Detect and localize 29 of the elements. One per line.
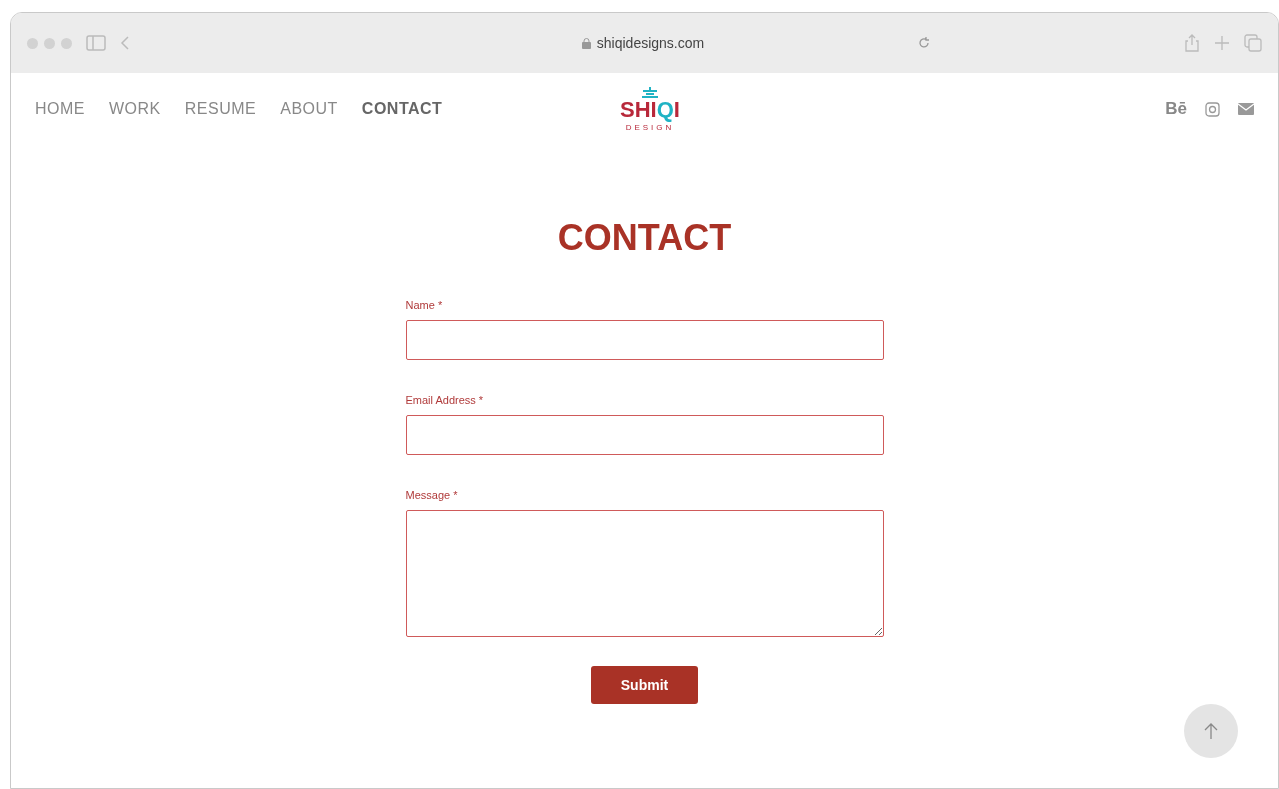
field-label: Email Address * bbox=[405, 394, 485, 406]
field-label: Message * bbox=[405, 489, 459, 501]
address-text[interactable]: shiqidesigns.com bbox=[596, 35, 705, 51]
plus-icon[interactable] bbox=[1214, 35, 1230, 51]
nav-link[interactable]: WORK bbox=[109, 100, 161, 118]
refresh-icon[interactable] bbox=[917, 36, 931, 50]
page-title: CONTACT bbox=[557, 217, 732, 259]
lock-icon bbox=[581, 37, 591, 49]
message-field[interactable] bbox=[405, 510, 884, 637]
mail-icon[interactable] bbox=[1238, 103, 1254, 115]
window-controls-icon[interactable] bbox=[27, 37, 72, 49]
input-field[interactable] bbox=[405, 415, 884, 455]
submit-button[interactable]: Submit bbox=[591, 666, 698, 704]
nav-link[interactable]: HOME bbox=[35, 100, 85, 118]
logo-text[interactable]: SHIQI bbox=[620, 98, 680, 121]
logo-tagline: DESIGN bbox=[625, 122, 675, 132]
sidebar-icon[interactable] bbox=[86, 35, 106, 51]
back-icon[interactable] bbox=[120, 35, 130, 51]
instagram-icon[interactable] bbox=[1205, 101, 1220, 117]
nav-link[interactable]: CONTACT bbox=[361, 100, 443, 118]
tabs-icon[interactable] bbox=[1244, 34, 1262, 52]
arrow-up-icon bbox=[1204, 722, 1218, 740]
scroll-top-button[interactable] bbox=[1184, 704, 1238, 758]
behance-link[interactable]: Bē bbox=[1165, 99, 1187, 119]
input-field[interactable] bbox=[405, 320, 884, 360]
field-label: Name * bbox=[405, 299, 444, 311]
nav-link[interactable]: ABOUT bbox=[280, 100, 338, 118]
share-icon[interactable] bbox=[1184, 34, 1200, 52]
nav-link[interactable]: RESUME bbox=[184, 100, 257, 118]
